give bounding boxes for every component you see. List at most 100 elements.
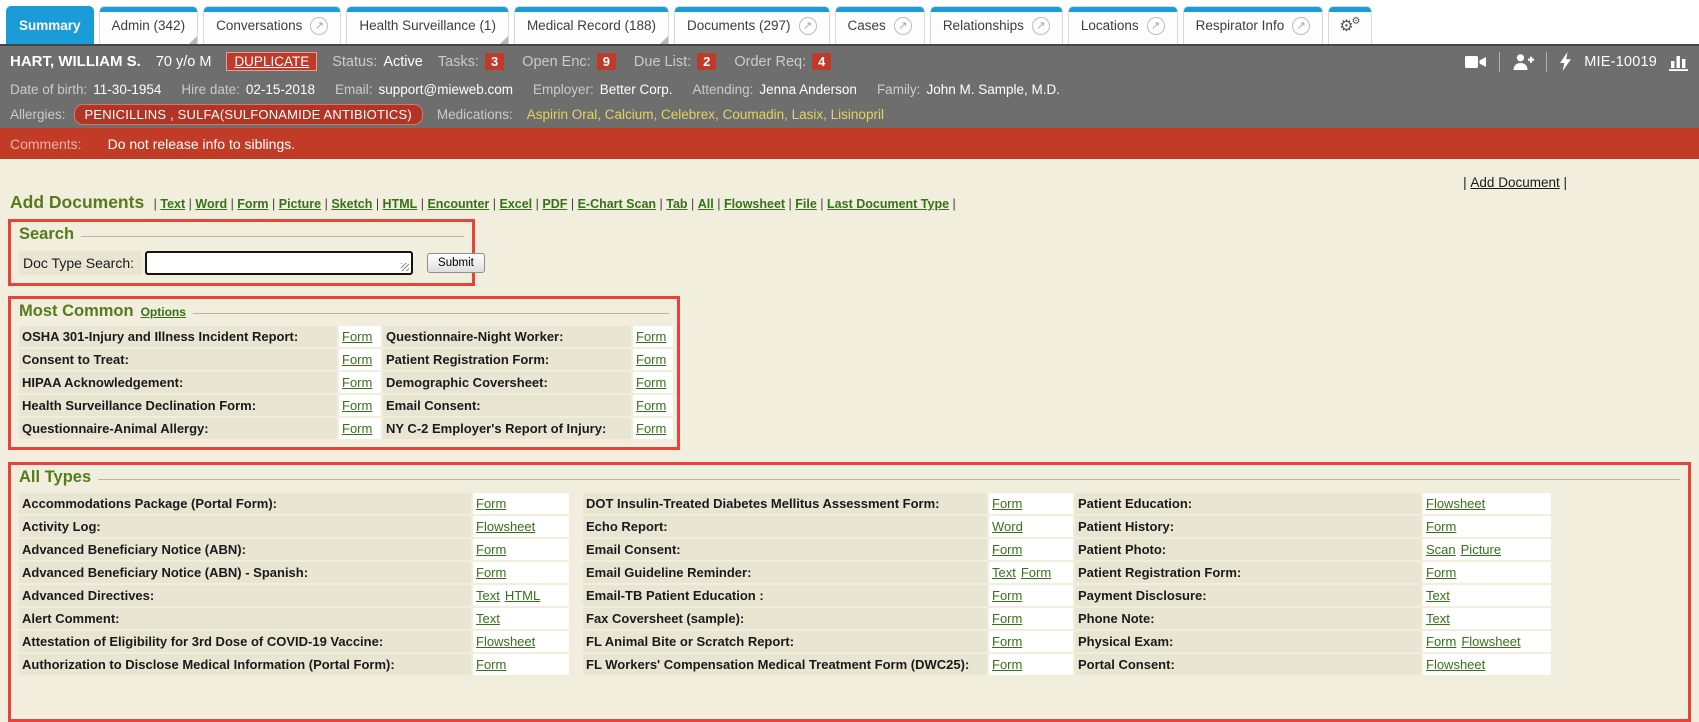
doc-type-action-link[interactable]: Flowsheet	[1426, 496, 1485, 511]
medication-link[interactable]: Celebrex	[661, 107, 723, 122]
chart-tab[interactable]: Respirator Info	[1183, 6, 1324, 44]
popout-arrow-icon[interactable]	[310, 17, 328, 35]
chart-tab[interactable]: Documents (297)	[674, 6, 830, 44]
doc-type-name: Alert Comment:	[19, 608, 471, 629]
popout-arrow-icon[interactable]	[799, 17, 817, 35]
doc-type-action-link[interactable]: Flowsheet	[1426, 657, 1485, 672]
popout-arrow-icon[interactable]	[1147, 17, 1165, 35]
video-camera-icon[interactable]	[1465, 54, 1487, 70]
doc-category-link[interactable]: Tab	[666, 197, 687, 211]
doc-type-action-link[interactable]: Text	[1426, 588, 1450, 603]
medication-link[interactable]: Lisinopril	[831, 107, 884, 122]
doc-category-link[interactable]: Sketch	[331, 197, 372, 211]
medication-link[interactable]: Aspirin Oral	[527, 107, 605, 122]
chart-tab[interactable]: Health Surveillance (1)	[346, 6, 509, 44]
demographic-field: Date of birth: 11-30-1954	[10, 82, 161, 97]
submit-button[interactable]: Submit	[427, 253, 485, 273]
doc-type-action-link[interactable]: Flowsheet	[1461, 634, 1520, 649]
doc-type-action-link[interactable]: Form	[342, 352, 372, 367]
doc-type-action-link[interactable]: Text	[992, 565, 1016, 580]
doc-type-actions: Form	[473, 654, 569, 675]
doc-type-action-link[interactable]: Form	[476, 565, 506, 580]
chart-tab[interactable]: Conversations	[203, 6, 341, 44]
doc-type-action-link[interactable]: Form	[476, 542, 506, 557]
doc-type-search-input[interactable]	[145, 251, 413, 275]
medication-link[interactable]: Lasix	[792, 107, 831, 122]
counter-group: Tasks: 3 Open Enc: 9 Due List: 2 Order R…	[438, 53, 832, 70]
doc-category-link[interactable]: Excel	[499, 197, 532, 211]
doc-type-action-link[interactable]: Text	[476, 611, 500, 626]
doc-category-link[interactable]: Picture	[279, 197, 321, 211]
doc-type-action-link[interactable]: Form	[342, 398, 372, 413]
doc-type-action-link[interactable]: Scan	[1426, 542, 1456, 557]
chart-tab[interactable]: Settings	[1328, 6, 1371, 44]
doc-type-action-link[interactable]: Form	[992, 588, 1022, 603]
chart-tab[interactable]: Summary	[6, 6, 94, 44]
doc-type-action-link[interactable]: Form	[636, 421, 666, 436]
counter-badge[interactable]: 4	[812, 53, 831, 70]
doc-type-name: OSHA 301-Injury and Illness Incident Rep…	[19, 326, 337, 347]
doc-type-action-link[interactable]: Form	[992, 542, 1022, 557]
doc-type-action-link[interactable]: Form	[476, 657, 506, 672]
chart-tab[interactable]: Locations	[1068, 6, 1178, 44]
doc-type-action-link[interactable]: Form	[992, 611, 1022, 626]
popout-arrow-icon[interactable]	[1032, 17, 1050, 35]
doc-category-link[interactable]: Last Document Type	[827, 197, 949, 211]
chart-tab[interactable]: Relationships	[930, 6, 1063, 44]
medication-link[interactable]: Calcium	[605, 107, 661, 122]
field-label: Employer:	[533, 82, 594, 97]
doc-category-link[interactable]: Flowsheet	[724, 197, 785, 211]
doc-category-link[interactable]: PDF	[542, 197, 567, 211]
doc-type-action-link[interactable]: Form	[342, 329, 372, 344]
doc-type-action-link[interactable]: Form	[992, 496, 1022, 511]
options-link[interactable]: Options	[141, 305, 186, 319]
doc-type-action-link[interactable]: Text	[1426, 611, 1450, 626]
doc-type-action-link[interactable]: Form	[476, 496, 506, 511]
counter-label: Tasks:	[438, 54, 479, 70]
duplicate-badge[interactable]: DUPLICATE	[226, 52, 317, 71]
doc-category-link[interactable]: E-Chart Scan	[578, 197, 657, 211]
allergy-alert[interactable]: PENICILLINS , SULFA(SULFONAMIDE ANTIBIOT…	[74, 104, 423, 125]
lightning-icon[interactable]	[1559, 52, 1572, 71]
doc-type-action-link[interactable]: Form	[636, 375, 666, 390]
doc-type-action-link[interactable]: Flowsheet	[476, 519, 535, 534]
doc-category-link[interactable]: HTML	[383, 197, 418, 211]
doc-type-action-link[interactable]: Form	[1021, 565, 1051, 580]
add-document-link[interactable]: Add Document	[1470, 175, 1559, 190]
doc-type-action-link[interactable]: Form	[342, 421, 372, 436]
doc-type-name: Health Surveillance Declination Form:	[19, 395, 337, 416]
doc-category-link[interactable]: Text	[160, 197, 185, 211]
doc-type-action-link[interactable]: Word	[992, 519, 1023, 534]
chart-tab[interactable]: Cases	[835, 6, 925, 44]
chart-tab[interactable]: Admin (342)	[99, 6, 199, 44]
doc-category-link[interactable]: All	[698, 197, 714, 211]
doc-type-action-link[interactable]: Text	[476, 588, 500, 603]
doc-type-action-link[interactable]: HTML	[505, 588, 540, 603]
bar-chart-icon[interactable]	[1669, 53, 1689, 71]
chart-tab[interactable]: Medical Record (188)	[514, 6, 669, 44]
doc-type-action-link[interactable]: Form	[636, 352, 666, 367]
doc-category-link[interactable]: Encounter	[427, 197, 489, 211]
doc-category-link[interactable]: Word	[195, 197, 227, 211]
doc-type-action-link[interactable]: Flowsheet	[476, 634, 535, 649]
doc-type-action-link[interactable]: Form	[636, 398, 666, 413]
doc-type-action-link[interactable]: Form	[1426, 634, 1456, 649]
doc-type-action-link[interactable]: Form	[992, 657, 1022, 672]
doc-type-action-link[interactable]: Form	[636, 329, 666, 344]
doc-category-link[interactable]: File	[795, 197, 817, 211]
add-user-icon[interactable]	[1512, 53, 1534, 71]
doc-type-action-link[interactable]: Form	[1426, 565, 1456, 580]
doc-type-action-link[interactable]: Picture	[1461, 542, 1501, 557]
counter-badge[interactable]: 3	[485, 53, 504, 70]
medication-link[interactable]: Coumadin	[723, 107, 792, 122]
doc-type-action-link[interactable]: Form	[1426, 519, 1456, 534]
counter-badge[interactable]: 9	[597, 53, 616, 70]
counter-badge[interactable]: 2	[697, 53, 716, 70]
popout-arrow-icon[interactable]	[894, 17, 912, 35]
popout-arrow-icon[interactable]	[1292, 17, 1310, 35]
doc-category-link[interactable]: Form	[237, 197, 268, 211]
doc-type-action-link[interactable]: Form	[342, 375, 372, 390]
quick-link-item: HTML	[372, 196, 417, 211]
doc-type-action-link[interactable]: Form	[992, 634, 1022, 649]
comments-bar: Comments: Do not release info to sibling…	[0, 128, 1699, 159]
